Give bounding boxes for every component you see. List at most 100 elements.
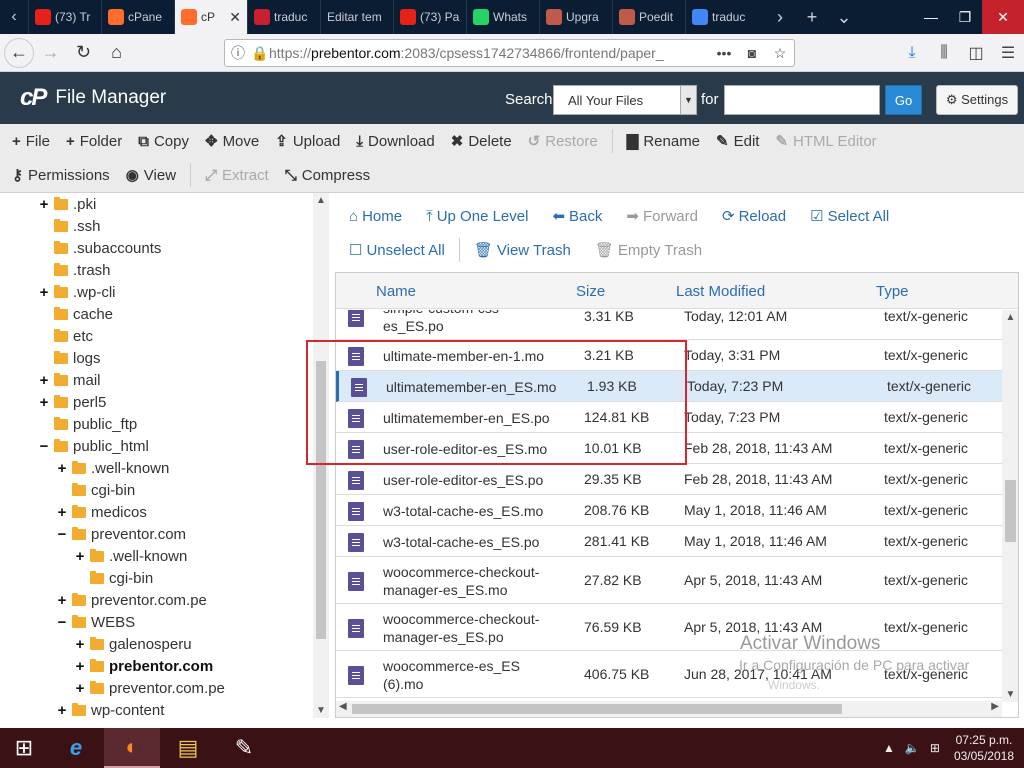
scroll-down-icon[interactable]: ▼ <box>313 705 329 716</box>
tab-list-chevron-icon[interactable]: ⌄ <box>828 7 860 28</box>
toolbar-file-button[interactable]: + File <box>4 133 58 150</box>
scrollbar-thumb[interactable] <box>352 704 842 714</box>
restore-window-icon[interactable]: ❐ <box>948 0 982 34</box>
tree-item[interactable]: − public_html <box>38 435 149 457</box>
scroll-down-icon[interactable]: ▼ <box>1002 689 1018 700</box>
column-type[interactable]: Type <box>876 283 909 300</box>
tree-item[interactable]: cgi-bin <box>74 567 153 589</box>
internet-explorer-icon[interactable]: e <box>48 728 104 768</box>
table-scrollbar[interactable]: ▲ ▼ <box>1002 310 1018 702</box>
file-name[interactable]: woocommerce-checkout-manager-es_ES.mo <box>383 563 573 599</box>
browser-tab[interactable]: (73) Tr <box>28 0 101 34</box>
table-row[interactable]: ultimatemember-en_ES.mo 1.93 KB Today, 7:2… <box>336 371 1002 402</box>
toolbar-copy-button[interactable]: ⧉ Copy <box>130 133 197 150</box>
browser-tab[interactable]: Upgra <box>539 0 612 34</box>
expand-icon[interactable]: + <box>74 548 86 565</box>
toolbar-rename-button[interactable]: ▇ Rename <box>619 132 708 151</box>
table-row[interactable]: w3-total-cache-es_ES.mo 208.76 KB May 1, 2… <box>336 495 1002 526</box>
tree-item[interactable]: public_ftp <box>38 413 137 435</box>
windows-start-icon[interactable]: ⊞ <box>0 728 48 768</box>
close-tab-icon[interactable]: ✕ <box>229 9 241 26</box>
expand-icon[interactable]: + <box>38 196 50 213</box>
collapse-icon[interactable]: − <box>38 438 50 455</box>
tree-item[interactable]: + galenosperu <box>74 633 192 655</box>
collapse-icon[interactable]: − <box>56 614 68 631</box>
browser-tab[interactable]: Poedit <box>612 0 685 34</box>
browser-tab[interactable]: traduc <box>685 0 758 34</box>
back-icon[interactable]: ← <box>4 37 34 68</box>
toolbar-permissions-button[interactable]: ⚷ Permissions <box>4 166 118 185</box>
browser-tab[interactable]: Editar tem <box>320 0 393 34</box>
new-tab-icon[interactable]: + <box>796 7 828 28</box>
tree-item[interactable]: cgi-bin <box>56 479 135 501</box>
table-row[interactable]: ultimatemember-en_ES.po 124.81 KB Today, 7… <box>336 402 1002 433</box>
nav-empty-trash-button[interactable]: 🗑 Empty Trash <box>595 241 702 260</box>
minimize-icon[interactable]: — <box>914 0 948 34</box>
tree-scrollbar[interactable]: ▲ ▼ <box>313 193 329 718</box>
browser-tab[interactable]: Whats <box>466 0 539 34</box>
tree-item[interactable]: .subaccounts <box>38 237 161 259</box>
expand-icon[interactable]: + <box>56 504 68 521</box>
nav-up-one-level-button[interactable]: ⤒ Up One Level <box>426 208 528 225</box>
scroll-up-icon[interactable]: ▲ <box>1002 312 1018 323</box>
tree-item[interactable]: cache <box>38 303 113 325</box>
expand-icon[interactable]: + <box>38 284 50 301</box>
bookmark-star-icon[interactable]: ☆ <box>766 45 794 62</box>
tree-item[interactable]: − preventor.com <box>56 523 186 545</box>
expand-icon[interactable]: + <box>74 636 86 653</box>
menu-icon[interactable]: ☰ <box>992 38 1024 68</box>
table-row[interactable]: user-role-editor-es_ES.po 29.35 KB Feb 28,… <box>336 464 1002 495</box>
browser-tab[interactable]: (73) Pa <box>393 0 466 34</box>
tree-item[interactable]: etc <box>38 325 93 347</box>
file-name[interactable]: ultimatemember-en_ES.mo <box>386 378 576 396</box>
nav-select-all-button[interactable]: ☑ Select All <box>810 207 889 226</box>
tree-item[interactable]: − WEBS <box>56 611 136 633</box>
tree-item[interactable]: .trash <box>38 259 111 281</box>
expand-icon[interactable]: + <box>56 702 68 719</box>
search-scope-select[interactable]: All Your Files ▼ <box>553 85 697 115</box>
file-name[interactable]: ultimate-member-en-1.mo <box>383 347 573 365</box>
column-size[interactable]: Size <box>576 283 605 300</box>
expand-icon[interactable]: + <box>38 372 50 389</box>
file-name[interactable]: w3-total-cache-es_ES.po <box>383 533 573 551</box>
expand-icon[interactable]: + <box>56 592 68 609</box>
toolbar-download-button[interactable]: ⤓ Download <box>348 133 442 150</box>
tree-item[interactable]: + wp-content <box>56 699 165 719</box>
forward-icon[interactable]: → <box>34 38 67 68</box>
firefox-icon[interactable]: ◐ <box>104 728 160 768</box>
scrollbar-thumb[interactable] <box>316 361 326 639</box>
toolbar-folder-button[interactable]: + Folder <box>58 133 130 150</box>
reload-icon[interactable]: ↻ <box>67 38 100 68</box>
expand-icon[interactable]: + <box>74 680 86 697</box>
search-input[interactable] <box>724 85 880 115</box>
table-row[interactable]: user-role-editor-es_ES.mo 10.01 KB Feb 28,… <box>336 433 1002 464</box>
tree-item[interactable]: + .wp-cli <box>38 281 116 303</box>
table-row[interactable]: w3-total-cache-es_ES.po 281.41 KB May 1, 2… <box>336 526 1002 557</box>
go-button[interactable]: Go <box>885 85 922 115</box>
scroll-right-icon[interactable]: ▶ <box>991 701 999 712</box>
table-row[interactable]: woocommerce-checkout-manager-es_ES.po 76.… <box>336 604 1002 651</box>
browser-tab[interactable]: traduc <box>247 0 320 34</box>
network-icon[interactable]: ⊞ <box>930 741 940 755</box>
tree-item[interactable]: + .well-known <box>56 457 170 479</box>
scroll-left-icon[interactable]: ◀ <box>339 701 347 712</box>
tree-item[interactable]: + .well-known <box>74 545 188 567</box>
library-icon[interactable]: ⫼ <box>928 38 960 68</box>
nav-view-trash-button[interactable]: 🗑 View Trash <box>474 241 571 260</box>
home-icon[interactable]: ⌂ <box>100 38 133 68</box>
nav-back-button[interactable]: ⬅ Back <box>552 207 602 226</box>
sidebar-icon[interactable]: ◫ <box>960 38 992 68</box>
clock[interactable]: 07:25 p.m. 03/05/2018 <box>954 732 1014 764</box>
scroll-up-icon[interactable]: ▲ <box>313 195 329 206</box>
cpanel-logo[interactable]: cP <box>20 84 47 112</box>
tree-item[interactable]: + .pki <box>38 193 97 215</box>
settings-button[interactable]: ⚙ Settings <box>936 85 1018 115</box>
download-icon[interactable]: ⤓ <box>896 38 928 68</box>
table-row[interactable]: ultimate-member-en-1.mo 3.21 KB Today, 3:3… <box>336 340 1002 371</box>
info-icon[interactable]: ⓘ <box>225 43 251 63</box>
file-name[interactable]: w3-total-cache-es_ES.mo <box>383 502 573 520</box>
poedit-icon[interactable]: ✎ <box>216 728 272 768</box>
expand-icon[interactable]: + <box>74 658 86 675</box>
file-name[interactable]: woocommerce-es_ES (6).mo <box>383 657 573 693</box>
tab-scroll-left-icon[interactable]: ‹ <box>0 0 28 34</box>
